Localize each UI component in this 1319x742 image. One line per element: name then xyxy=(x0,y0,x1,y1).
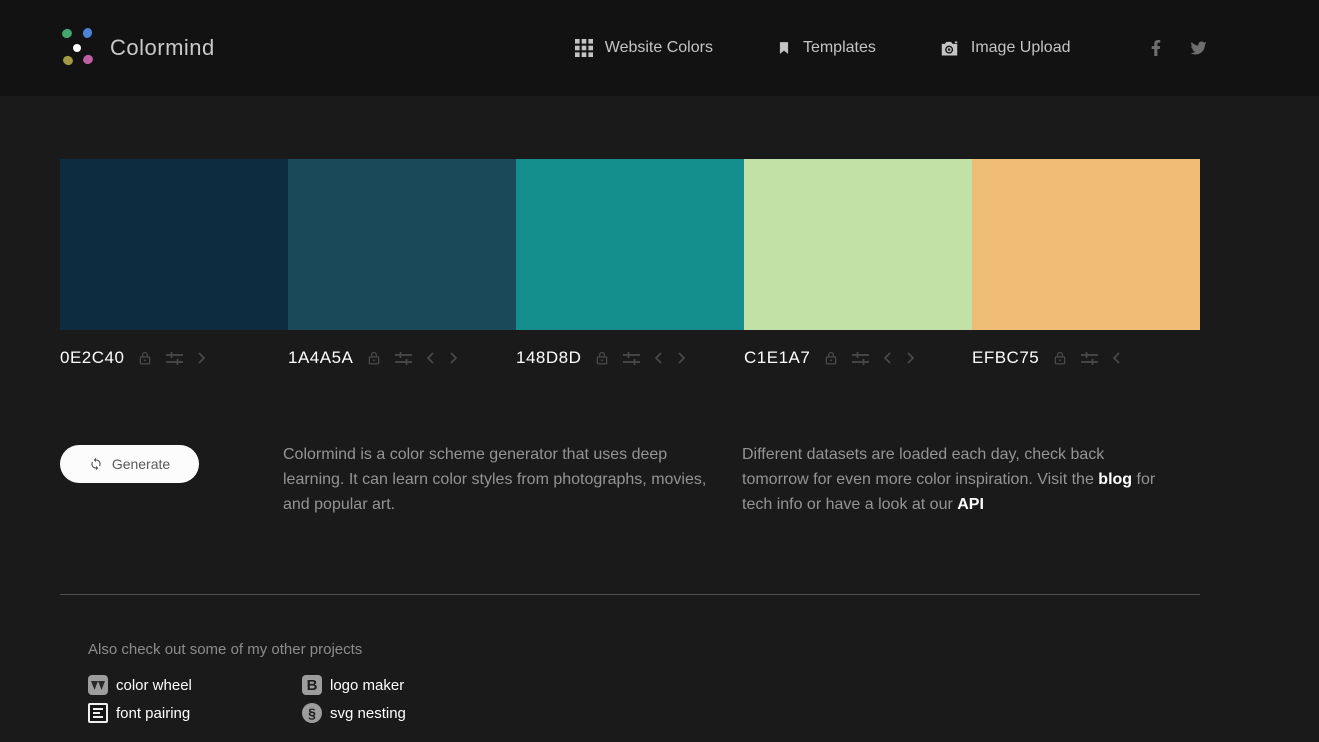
lock-icon[interactable] xyxy=(824,350,838,366)
blog-link[interactable]: blog xyxy=(1098,471,1132,488)
svg-nesting-glyph: § xyxy=(308,705,316,721)
swatch-3-hex[interactable]: 148D8D xyxy=(516,348,581,368)
generate-button[interactable]: Generate xyxy=(60,445,199,483)
sliders-icon[interactable] xyxy=(166,351,184,366)
api-link[interactable]: API xyxy=(957,496,984,513)
swatch-5-color[interactable] xyxy=(972,159,1200,330)
nav-item-templates[interactable]: Templates xyxy=(777,39,876,57)
nav-label: Image Upload xyxy=(970,39,1071,56)
chevron-right-icon[interactable] xyxy=(677,352,686,364)
swatch-4-color[interactable] xyxy=(744,159,972,330)
lock-icon[interactable] xyxy=(595,350,609,366)
chevron-left-icon[interactable] xyxy=(654,352,663,364)
project-label: svg nesting xyxy=(330,704,406,722)
sliders-icon[interactable] xyxy=(395,351,413,366)
colormind-dots-icon xyxy=(58,26,96,70)
about-paragraph: Colormind is a color scheme generator th… xyxy=(283,446,707,513)
swatch-1: 0E2C40 xyxy=(60,159,288,369)
swatch-4-controls: C1E1A7 xyxy=(744,347,972,369)
grid-icon xyxy=(574,39,593,57)
generate-button-label: Generate xyxy=(111,456,171,472)
twitter-icon[interactable] xyxy=(1189,40,1208,56)
lock-icon[interactable] xyxy=(1053,350,1067,366)
datasets-paragraph: Different datasets are loaded each day, … xyxy=(742,442,1162,517)
project-label: color wheel xyxy=(116,676,192,694)
main-content: 0E2C40 1A4A5A 148D8D C1E1A7 EFBC75 Gener… xyxy=(0,159,1319,723)
chevron-right-icon[interactable] xyxy=(906,352,915,364)
logo-dot-green xyxy=(60,27,74,40)
font-pairing-icon xyxy=(88,703,108,723)
nav-item-image-upload[interactable]: Image Upload xyxy=(940,39,1071,57)
swatch-5-hex[interactable]: EFBC75 xyxy=(972,348,1039,368)
swatch-2: 1A4A5A xyxy=(288,159,516,369)
nav-label: Templates xyxy=(802,39,876,56)
sliders-icon[interactable] xyxy=(1081,351,1099,366)
svg-nesting-icon: § xyxy=(302,703,322,723)
color-palette: 0E2C40 1A4A5A 148D8D C1E1A7 EFBC75 xyxy=(60,159,1200,369)
logo-maker-glyph: B xyxy=(306,676,318,694)
logo-dot-olive xyxy=(61,54,75,67)
swatch-2-controls: 1A4A5A xyxy=(288,347,516,369)
swatch-3-color[interactable] xyxy=(516,159,744,330)
swatch-5: EFBC75 xyxy=(972,159,1200,369)
logo-maker-icon: B xyxy=(302,675,322,695)
project-link-font-pairing[interactable]: font pairing xyxy=(88,703,302,723)
project-link-logo-maker[interactable]: B logo maker xyxy=(302,675,1319,695)
swatch-4: C1E1A7 xyxy=(744,159,972,369)
nav-label: Website Colors xyxy=(604,39,713,56)
main-nav: Website Colors Templates Image Upload xyxy=(574,39,1071,57)
swatch-5-controls: EFBC75 xyxy=(972,347,1200,369)
logo-dot-white xyxy=(73,44,81,52)
refresh-icon xyxy=(89,457,103,471)
project-link-svg-nesting[interactable]: § svg nesting xyxy=(302,703,1319,723)
chevron-right-icon[interactable] xyxy=(449,352,458,364)
swatch-1-hex[interactable]: 0E2C40 xyxy=(60,348,124,368)
section-divider xyxy=(60,594,1200,595)
chevron-right-icon[interactable] xyxy=(197,352,206,364)
project-label: font pairing xyxy=(116,704,191,722)
project-label: logo maker xyxy=(330,676,405,694)
logo-dot-blue xyxy=(81,26,94,40)
top-nav-bar: Colormind Website Colors Templates Image… xyxy=(0,0,1319,96)
sliders-icon[interactable] xyxy=(623,351,641,366)
swatch-3: 148D8D xyxy=(516,159,744,369)
chevron-left-icon[interactable] xyxy=(883,352,892,364)
swatch-4-hex[interactable]: C1E1A7 xyxy=(744,348,810,368)
info-row: Generate Colormind is a color scheme gen… xyxy=(60,445,1200,533)
swatch-2-hex[interactable]: 1A4A5A xyxy=(288,348,353,368)
chevron-left-icon[interactable] xyxy=(426,352,435,364)
logo[interactable]: Colormind xyxy=(58,26,215,70)
color-wheel-icon xyxy=(88,675,108,695)
sliders-icon[interactable] xyxy=(852,351,870,366)
camera-icon xyxy=(940,40,959,57)
nav-item-website-colors[interactable]: Website Colors xyxy=(574,39,713,57)
lock-icon[interactable] xyxy=(138,350,152,366)
swatch-1-color[interactable] xyxy=(60,159,288,330)
logo-text: Colormind xyxy=(110,35,215,60)
colormind-page: Colormind Website Colors Templates Image… xyxy=(0,0,1319,723)
project-link-color-wheel[interactable]: color wheel xyxy=(88,675,302,695)
footer-heading: Also check out some of my other projects xyxy=(88,641,363,658)
lock-icon[interactable] xyxy=(367,350,381,366)
swatch-2-color[interactable] xyxy=(288,159,516,330)
logo-dot-pink xyxy=(81,53,95,66)
bookmark-icon xyxy=(777,39,791,57)
datasets-text-pre: Different datasets are loaded each day, … xyxy=(742,446,1105,488)
swatch-3-controls: 148D8D xyxy=(516,347,744,369)
swatch-1-controls: 0E2C40 xyxy=(60,347,288,369)
social-links xyxy=(1151,39,1208,57)
other-projects: color wheel B logo maker font pairing § … xyxy=(88,675,1319,723)
chevron-left-icon[interactable] xyxy=(1112,352,1121,364)
facebook-icon[interactable] xyxy=(1151,39,1161,57)
